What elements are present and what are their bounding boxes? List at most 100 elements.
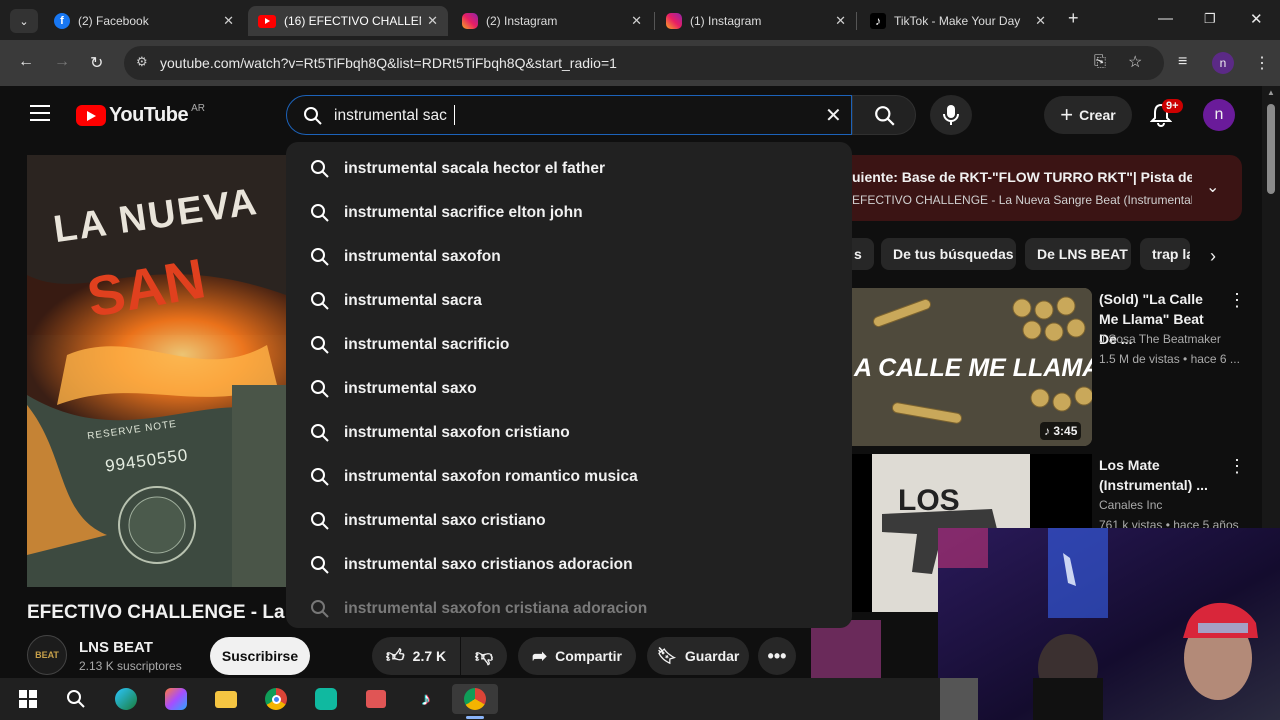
windows-taskbar: ♪ [0, 678, 940, 720]
tab-tiktok[interactable]: ♪ TikTok - Make Your Day ✕ [860, 6, 1056, 36]
related-video-thumbnail[interactable]: A CALLE ME LLAMA ♪ 3:45 [852, 288, 1092, 446]
filter-chip[interactable]: De LNS BEAT [1025, 238, 1131, 270]
chip-label: s [854, 246, 862, 262]
copilot-icon[interactable] [160, 684, 192, 714]
filter-chip[interactable]: s [852, 238, 874, 270]
channel-avatar[interactable]: BEAT [27, 635, 67, 675]
related-video-channel[interactable]: Canales Inc [1099, 498, 1162, 512]
youtube-logo[interactable]: YouTube AR [76, 103, 205, 127]
suggestion-item[interactable]: instrumental saxofon [286, 235, 852, 279]
chrome-profile-icon[interactable] [452, 684, 498, 714]
search-button[interactable] [852, 95, 916, 135]
capcut-icon[interactable] [310, 684, 342, 714]
file-explorer-icon[interactable] [210, 684, 242, 714]
save-button[interactable]: 🔖︎ Guardar [647, 637, 749, 675]
tab-search-button[interactable]: ⌄ [10, 9, 38, 33]
close-window-button[interactable]: ✕ [1250, 10, 1263, 28]
notifications-button[interactable]: 9+ [1149, 99, 1183, 132]
related-video-meta: 1.5 M de vistas • hace 6 ... [1099, 352, 1240, 366]
region-code: AR [191, 103, 205, 114]
close-icon[interactable]: ✕ [1035, 13, 1046, 29]
search-input[interactable]: instrumental sac [334, 107, 447, 125]
instagram-icon [462, 13, 478, 29]
tab-title: TikTok - Make Your Day [894, 14, 1021, 28]
reload-icon[interactable]: ↻ [90, 53, 103, 73]
suggestion-item[interactable]: instrumental saxofon cristiano [286, 411, 852, 455]
url-text[interactable]: youtube.com/watch?v=Rt5TiFbqh8Q&list=RDR… [160, 55, 617, 71]
forward-arrow-icon[interactable]: → [54, 53, 70, 71]
filter-chip[interactable]: De tus búsquedas [881, 238, 1016, 270]
like-button[interactable]: 👍︎ 2.7 K [372, 637, 460, 675]
tab-youtube[interactable]: (16) EFECTIVO CHALLENG ✕ [248, 6, 448, 36]
new-tab-button[interactable]: + [1068, 8, 1079, 29]
chrome-icon[interactable] [260, 684, 292, 714]
suggestion-item[interactable]: instrumental saxofon romantico musica [286, 455, 852, 499]
windows-start-icon[interactable] [12, 684, 44, 714]
suggestion-item[interactable]: instrumental sacrifice elton john [286, 191, 852, 235]
create-button[interactable]: + Crear [1044, 96, 1132, 134]
tab-facebook[interactable]: f (2) Facebook ✕ [44, 6, 244, 36]
chrome-glyph [265, 688, 287, 710]
tab-divider [654, 12, 655, 30]
site-info-icon[interactable]: ⚙ [136, 54, 148, 70]
suggestion-item[interactable]: instrumental saxo cristiano [286, 499, 852, 543]
scrollbar-thumb[interactable] [1267, 104, 1275, 194]
more-menu-icon[interactable]: ⋮ [1254, 53, 1270, 73]
more-vertical-icon[interactable]: ⋮ [1228, 456, 1246, 477]
search-icon[interactable] [60, 684, 92, 714]
share-button[interactable]: ➦ Compartir [518, 637, 636, 675]
minimize-button[interactable]: — [1158, 10, 1173, 27]
suggestion-text: instrumental saxofon cristiana adoracion [344, 600, 648, 617]
suggestion-item[interactable]: instrumental sacra [286, 279, 852, 323]
tab-instagram-2[interactable]: (1) Instagram ✕ [656, 6, 856, 36]
restore-button[interactable]: ❐ [1204, 11, 1216, 27]
suggestion-item[interactable]: instrumental saxo cristianos adoracion [286, 543, 852, 587]
filter-chip[interactable]: trap la [1140, 238, 1190, 270]
dislike-button[interactable]: 👎︎ [461, 637, 507, 675]
clear-search-icon[interactable]: ✕ [825, 103, 842, 128]
chevron-right-icon[interactable]: › [1210, 246, 1216, 267]
related-video-channel[interactable]: J Sosa The Beatmaker [1099, 332, 1221, 346]
folder-glyph [215, 690, 237, 708]
copilot-glyph [165, 688, 187, 710]
address-bar[interactable]: ⚙ youtube.com/watch?v=Rt5TiFbqh8Q&list=R… [124, 46, 1164, 80]
back-arrow-icon[interactable]: ← [18, 53, 34, 71]
more-vertical-icon[interactable]: ⋮ [1228, 290, 1246, 311]
subscribe-button[interactable]: Suscribirse [210, 637, 310, 675]
edge-icon[interactable] [110, 684, 142, 714]
search-box[interactable]: instrumental sac ✕ [286, 95, 852, 135]
suggestion-item[interactable]: instrumental sacala hector el father [286, 147, 852, 191]
more-actions-button[interactable]: ••• [758, 637, 796, 675]
close-icon[interactable]: ✕ [631, 13, 642, 29]
search-icon [311, 292, 329, 310]
search-icon [311, 468, 329, 486]
install-app-icon[interactable]: ⎘ [1094, 53, 1106, 70]
voice-search-button[interactable] [930, 95, 972, 135]
media-controls-icon[interactable]: ≡ [1178, 53, 1187, 71]
account-avatar[interactable]: n [1203, 99, 1235, 131]
search-icon [311, 600, 329, 618]
tiktok-icon[interactable]: ♪ [410, 684, 442, 714]
suggestion-item[interactable]: instrumental sacrificio [286, 323, 852, 367]
bookmark-star-icon[interactable]: ☆ [1128, 52, 1142, 72]
video-player[interactable]: LA NUEVA SAN RESERVE NOTE 99450550 [27, 155, 286, 587]
close-icon[interactable]: ✕ [223, 13, 234, 29]
capcut-glyph [315, 688, 337, 710]
calendar-app-icon[interactable] [360, 684, 392, 714]
profile-avatar[interactable]: n [1212, 52, 1234, 74]
tab-instagram-1[interactable]: (2) Instagram ✕ [452, 6, 652, 36]
channel-avatar-text: BEAT [35, 650, 59, 660]
suggestion-text: instrumental sacrifice elton john [344, 204, 583, 221]
suggestion-item[interactable]: instrumental saxofon cristiana adoracion [286, 587, 852, 628]
close-icon[interactable]: ✕ [835, 13, 846, 29]
scroll-up-icon[interactable]: ▲ [1267, 88, 1275, 97]
channel-name[interactable]: LNS BEAT [79, 639, 153, 656]
chevron-down-icon[interactable]: ⌄ [1206, 177, 1219, 197]
thumbnail-text: A CALLE ME LLAMA [854, 354, 1092, 382]
related-video-title[interactable]: Los Mate (Instrumental) ... [1099, 455, 1217, 495]
hamburger-menu-icon[interactable] [30, 105, 50, 121]
playlist-next-card[interactable]: uiente: Base de RKT-"FLOW TURRO RKT"| Pi… [852, 155, 1242, 221]
close-icon[interactable]: ✕ [427, 13, 438, 29]
suggestion-item[interactable]: instrumental saxo [286, 367, 852, 411]
background-thumbnail-fragment [811, 620, 881, 678]
